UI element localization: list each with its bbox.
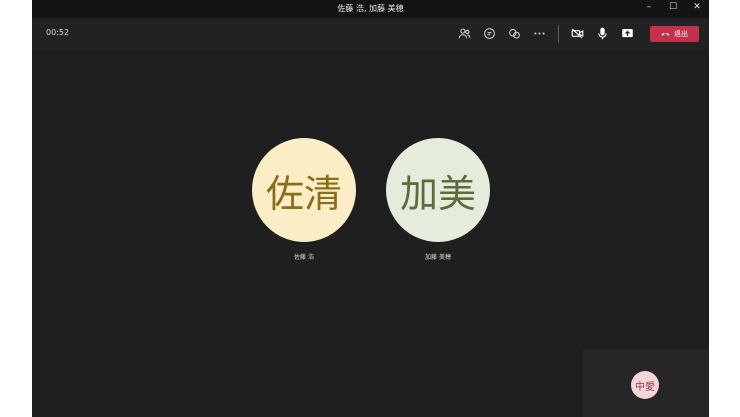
more-icon bbox=[534, 32, 545, 35]
participant-tile[interactable]: 佐清 佐藤 浩 bbox=[252, 138, 356, 261]
toolbar-divider bbox=[558, 24, 559, 43]
camera-toggle-button[interactable] bbox=[565, 23, 590, 45]
call-timer: 00:52 bbox=[46, 28, 70, 37]
hang-up-icon bbox=[661, 33, 670, 36]
call-toolbar: 00:52 退出 bbox=[32, 18, 709, 49]
leave-button[interactable]: 退出 bbox=[650, 25, 699, 42]
chat-button[interactable] bbox=[477, 23, 502, 45]
participants-icon bbox=[458, 28, 471, 39]
self-view-tile[interactable]: 中愛 bbox=[583, 349, 709, 417]
window-title: 佐藤 浩, 加藤 美穂 bbox=[337, 4, 404, 13]
reactions-icon bbox=[509, 28, 520, 39]
share-screen-button[interactable] bbox=[615, 23, 640, 45]
participant-avatar: 加美 bbox=[386, 138, 490, 242]
share-icon bbox=[622, 29, 633, 38]
camera-off-icon bbox=[571, 28, 584, 39]
participants-button[interactable] bbox=[452, 23, 477, 45]
window-controls: – ☐ ✕ bbox=[643, 2, 703, 12]
participant-avatar: 佐清 bbox=[252, 138, 356, 242]
close-button[interactable]: ✕ bbox=[691, 2, 703, 12]
minimize-button[interactable]: – bbox=[643, 2, 655, 12]
participant-name: 加藤 美穂 bbox=[425, 254, 451, 261]
title-bar: 佐藤 浩, 加藤 美穂 – ☐ ✕ bbox=[32, 0, 709, 18]
reactions-button[interactable] bbox=[502, 23, 527, 45]
more-options-button[interactable] bbox=[527, 23, 552, 45]
maximize-button[interactable]: ☐ bbox=[667, 2, 679, 12]
call-window: 佐藤 浩, 加藤 美穂 – ☐ ✕ 00:52 退出 佐清 佐藤 浩 加美 加藤… bbox=[32, 0, 709, 417]
call-controls: 退出 bbox=[452, 18, 699, 49]
participant-tile[interactable]: 加美 加藤 美穂 bbox=[386, 138, 490, 261]
mic-toggle-button[interactable] bbox=[590, 23, 615, 45]
leave-label: 退出 bbox=[674, 29, 688, 38]
participant-name: 佐藤 浩 bbox=[294, 254, 314, 261]
mic-icon bbox=[598, 27, 607, 40]
self-avatar: 中愛 bbox=[631, 371, 659, 399]
chat-icon bbox=[484, 28, 495, 39]
